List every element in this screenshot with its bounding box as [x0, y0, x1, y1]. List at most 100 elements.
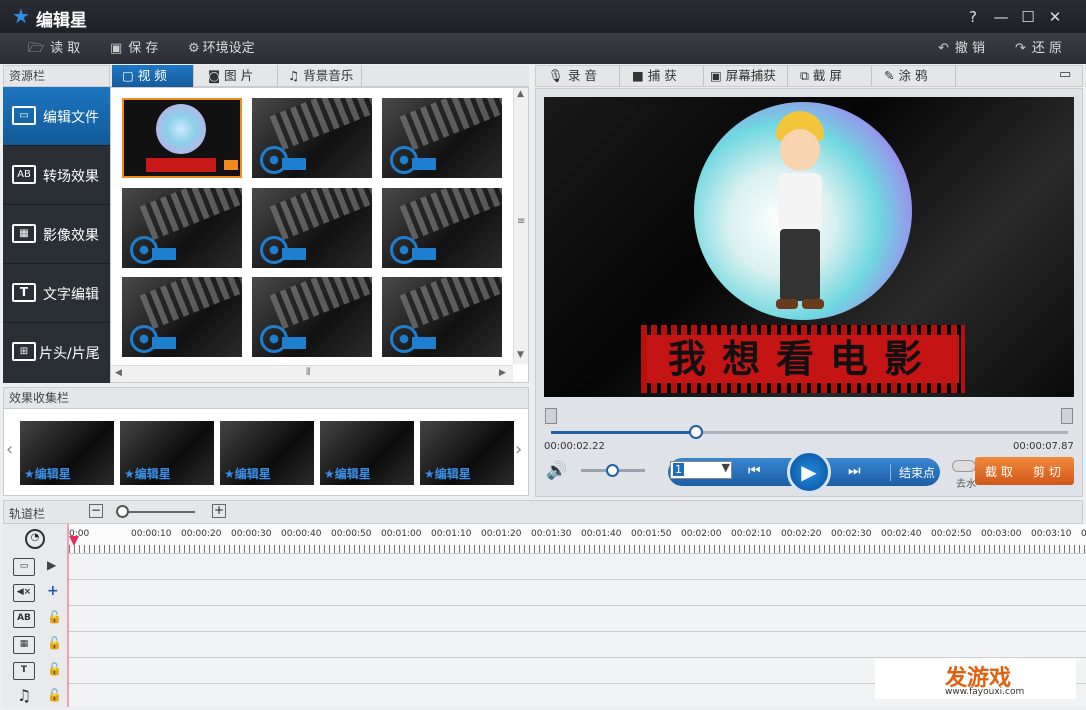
out-marker[interactable]	[1061, 408, 1073, 424]
sidebar-item-image-effect[interactable]: ▦ 影像效果	[3, 205, 110, 264]
remove-watermark-toggle[interactable]	[952, 460, 976, 472]
sidebar-item-transition[interactable]: AB 转场效果	[3, 146, 110, 205]
progress-fill	[551, 431, 701, 434]
expand-icon[interactable]: ▭	[1059, 67, 1071, 82]
video-track[interactable]	[69, 554, 1086, 580]
close-button[interactable]: ✕	[1045, 7, 1065, 27]
skip-back-icon[interactable]: ⏮	[748, 463, 761, 479]
star-logo-icon: ★	[12, 4, 30, 28]
undo-button[interactable]: ↶ 撤 销	[938, 40, 985, 58]
progress-track[interactable]	[551, 431, 1068, 434]
lock-icon[interactable]: 🔓	[47, 688, 62, 702]
zoom-out-button[interactable]: −	[89, 504, 103, 518]
undo-label: 撤 销	[954, 41, 986, 56]
cut-button[interactable]: 剪 切	[1033, 463, 1061, 480]
media-thumb[interactable]	[122, 188, 242, 268]
lock-icon[interactable]: 🔓	[47, 662, 62, 676]
effect-thumb[interactable]: ★编辑星	[420, 421, 514, 485]
media-thumb[interactable]	[252, 98, 372, 178]
volume-knob[interactable]	[606, 464, 619, 477]
ab-icon: AB	[12, 165, 36, 184]
media-thumb[interactable]	[382, 188, 502, 268]
scroll-up-icon[interactable]: ▲	[517, 89, 524, 99]
end-point-button[interactable]: 结束点	[890, 464, 935, 481]
effect-thumb[interactable]: ★编辑星	[120, 421, 214, 485]
sidebar-item-text-edit[interactable]: T 文字编辑	[3, 264, 110, 323]
expand-track-icon[interactable]: ▶	[47, 558, 56, 572]
tab-label: 图 片	[224, 68, 254, 83]
media-thumb[interactable]	[382, 277, 502, 357]
play-button[interactable]: ▶	[787, 450, 831, 494]
transition-track[interactable]	[69, 606, 1086, 632]
frame-select[interactable]: 1 ▼	[670, 461, 732, 479]
zoom-knob[interactable]	[116, 505, 129, 518]
sidebar-item-label: 片头/片尾	[39, 346, 100, 362]
add-track-icon[interactable]: +	[47, 583, 59, 599]
chevron-right-icon[interactable]: ›	[515, 439, 522, 460]
effect-thumb[interactable]: ★编辑星	[20, 421, 114, 485]
save-button[interactable]: ▣ 保 存	[110, 40, 158, 58]
music-icon: ♫	[288, 68, 304, 83]
sidebar-item-label: 转场效果	[43, 169, 99, 185]
chevron-left-icon[interactable]: ‹	[6, 439, 13, 460]
in-marker[interactable]	[545, 408, 557, 424]
ruler-label: 00:00:30	[231, 529, 272, 539]
tab-record-audio[interactable]: 🎙 录 音	[536, 66, 620, 86]
media-thumb-selected[interactable]	[122, 98, 242, 178]
effect-thumb[interactable]: ★编辑星	[220, 421, 314, 485]
effect-thumb-label: ★编辑星	[124, 467, 171, 481]
sidebar-item-edit-file[interactable]: ▭ 编辑文件	[3, 87, 110, 146]
tab-screen-capture[interactable]: ▣ 屏幕捕获	[704, 66, 788, 86]
lock-icon[interactable]: 🔓	[47, 610, 62, 624]
scroll-down-icon[interactable]: ▼	[517, 350, 524, 360]
tab-doodle[interactable]: ✎ 涂 鸦	[872, 66, 956, 86]
tab-video[interactable]: ▢ 视 频	[112, 65, 194, 87]
transition-track-icon: AB	[13, 610, 35, 628]
ruler-label: 00:03:10	[1031, 529, 1072, 539]
skip-forward-icon[interactable]: ⏭	[848, 463, 861, 479]
audio-track[interactable]	[69, 580, 1086, 606]
thumb-preview-banner	[146, 158, 216, 172]
tab-screenshot[interactable]: ⧉ 截 屏	[788, 66, 872, 86]
media-vertical-scrollbar[interactable]: ▲ ≡ ▼	[513, 88, 528, 364]
help-button[interactable]: ?	[963, 7, 983, 27]
tab-capture[interactable]: ■ 捕 获	[620, 66, 704, 86]
tool-tabs: 🎙 录 音 ■ 捕 获 ▣ 屏幕捕获 ⧉ 截 屏 ✎ 涂 鸦 ▭	[535, 65, 1083, 87]
effect-thumb-label: ★编辑星	[224, 467, 271, 481]
cartoon-character	[762, 111, 846, 319]
movie-banner: 我想看电影	[641, 325, 965, 393]
lock-icon[interactable]: 🔓	[47, 636, 62, 650]
zoom-in-button[interactable]: +	[212, 504, 226, 518]
media-horizontal-scrollbar[interactable]: ◀ ⦀ ▶	[111, 365, 513, 382]
ruler-label: 00:02:50	[931, 529, 972, 539]
minimize-button[interactable]: —	[991, 7, 1011, 27]
ruler-label: 00:02:40	[881, 529, 922, 539]
playhead-marker[interactable]	[69, 536, 79, 546]
media-thumb[interactable]	[382, 98, 502, 178]
sidebar-item-title[interactable]: ⊞ 片头/片尾	[3, 323, 110, 382]
crop-button[interactable]: 截 取	[985, 463, 1013, 480]
volume-icon[interactable]: 🔊	[546, 461, 567, 481]
progress-knob[interactable]	[689, 425, 703, 439]
music-track-icon: ♫	[16, 686, 32, 705]
media-thumb[interactable]	[252, 188, 372, 268]
scroll-right-icon[interactable]: ▶	[499, 368, 506, 378]
redo-button[interactable]: ↷ 还 原	[1015, 40, 1062, 58]
ruler-label: 00:02:30	[831, 529, 872, 539]
scroll-grip-icon[interactable]: ⦀	[306, 367, 310, 378]
media-thumb[interactable]	[122, 277, 242, 357]
gear-icon: ⚙	[188, 41, 200, 56]
effect-track[interactable]	[69, 632, 1086, 658]
scroll-grip-icon[interactable]: ≡	[517, 216, 525, 227]
monitor-icon: ▣	[710, 68, 722, 83]
tab-music[interactable]: ♫ 背景音乐	[278, 65, 362, 87]
scroll-left-icon[interactable]: ◀	[115, 368, 122, 378]
media-thumb[interactable]	[252, 277, 372, 357]
open-button[interactable]: 🗁 读 取	[28, 40, 80, 58]
tab-image[interactable]: ◙ 图 片	[198, 65, 278, 87]
maximize-button[interactable]: ☐	[1018, 7, 1038, 27]
settings-button[interactable]: ⚙ 环境设定	[188, 40, 255, 58]
floppy-icon: ▣	[110, 41, 123, 56]
crop-cut-group: 截 取 剪 切	[975, 457, 1074, 485]
effect-thumb[interactable]: ★编辑星	[320, 421, 414, 485]
